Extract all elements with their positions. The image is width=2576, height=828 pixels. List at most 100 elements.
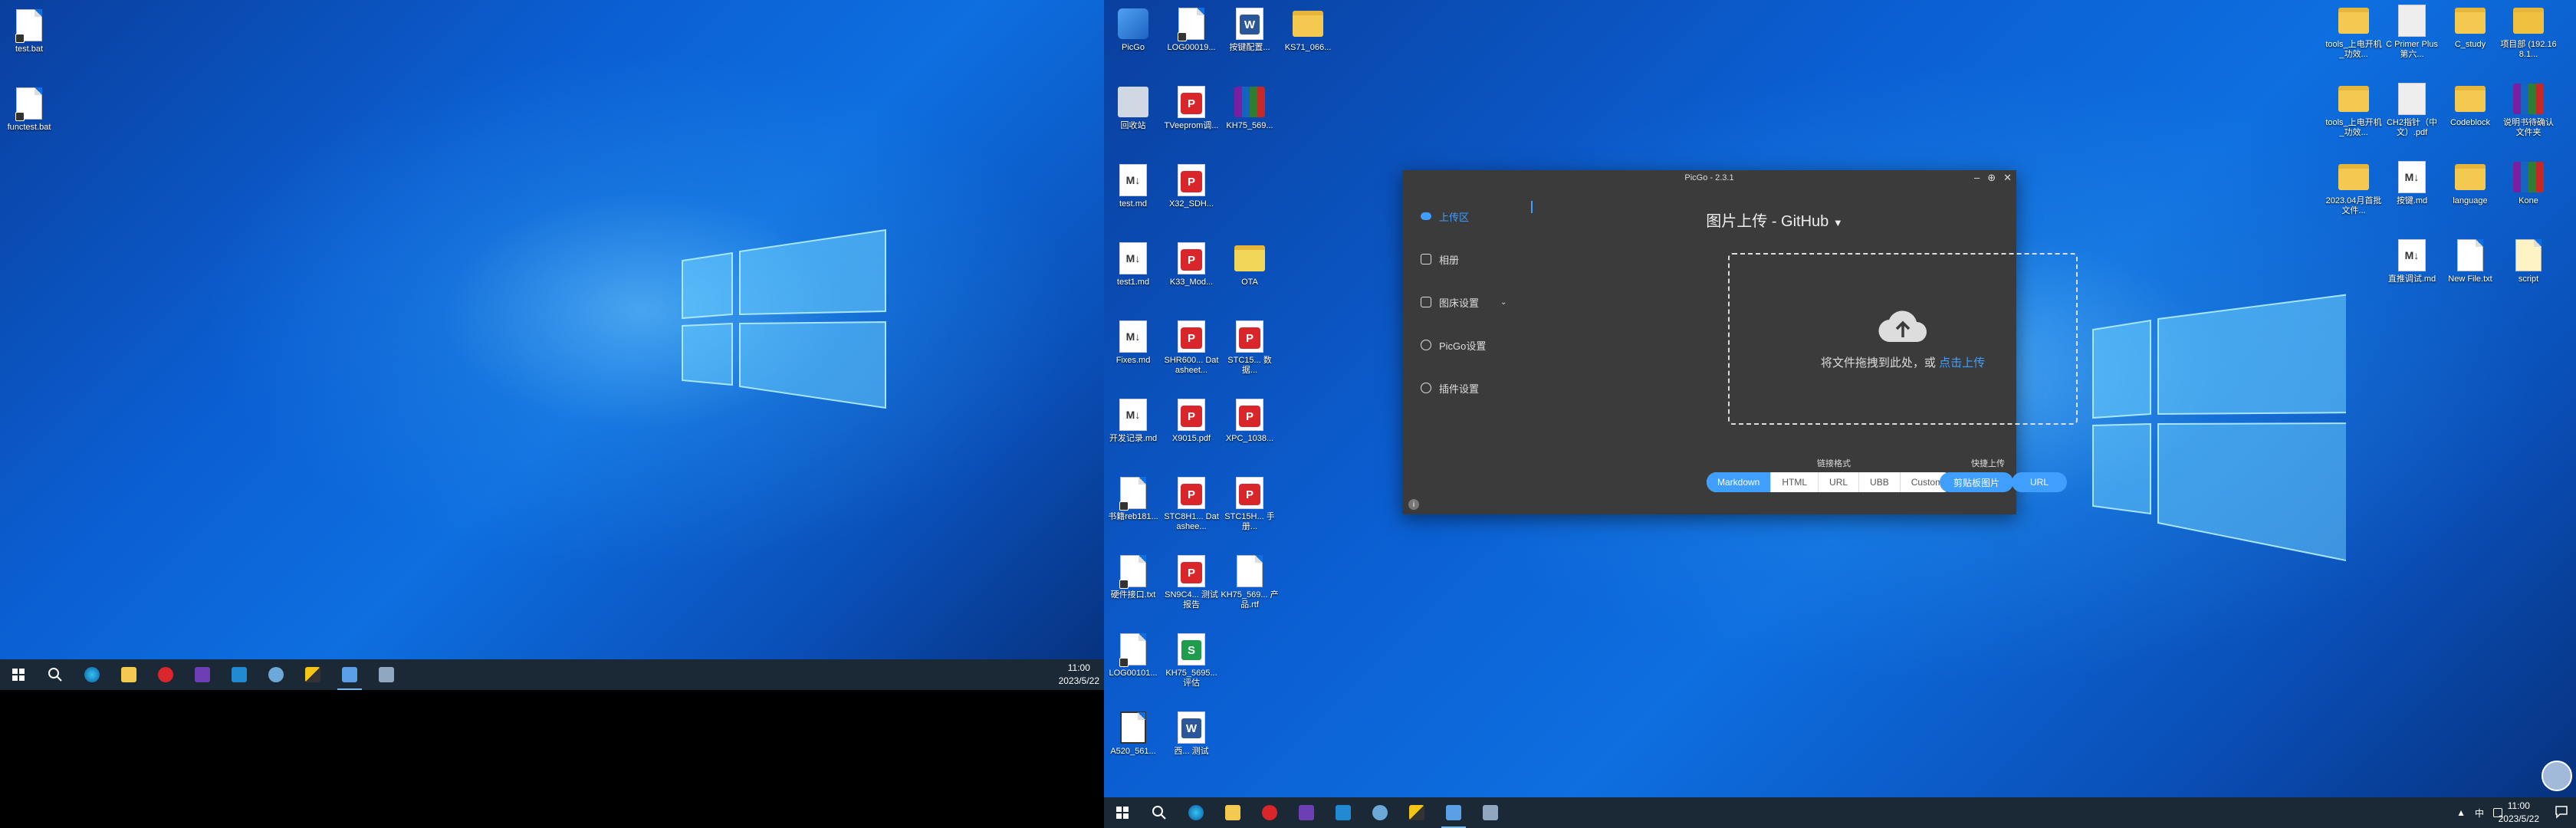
desktop-icon[interactable]: M↓ 开发记录.md <box>1104 397 1162 444</box>
desktop-icon[interactable]: script <box>2499 238 2558 284</box>
desktop-icon[interactable]: LOG00019... <box>1162 6 1221 53</box>
taskbar-explorer[interactable] <box>110 659 147 690</box>
desktop-icon[interactable]: 项目部 (192.168.1... <box>2499 3 2558 60</box>
desktop-icon[interactable]: M↓ test.md <box>1104 163 1162 209</box>
taskbar-calc[interactable] <box>1472 797 1509 828</box>
desktop-icon[interactable]: KH75_569... <box>1221 84 1279 131</box>
nav-picbed-settings[interactable]: 图床设置 ⌄ <box>1402 281 1533 324</box>
desktop-icon[interactable]: tools_上电开机_功效... <box>2325 3 2383 60</box>
desktop-icon[interactable]: Codeblock <box>2441 81 2499 128</box>
taskbar-clock[interactable]: 11:00 2023/5/22 <box>1059 662 1099 688</box>
visual-studio-icon <box>1299 805 1314 820</box>
close-icon[interactable]: ✕ <box>2003 172 2012 184</box>
picbed-selector[interactable]: 图片上传 - GitHub ▼ <box>1533 209 2016 231</box>
desktop-icon[interactable]: Kone <box>2499 159 2558 206</box>
desktop-icon[interactable]: M↓ Fixes.md <box>1104 319 1162 366</box>
taskbar-edge[interactable] <box>74 659 110 690</box>
taskbar-vs[interactable] <box>1288 797 1325 828</box>
desktop-icon[interactable]: KH75_569... 产品.rtf <box>1221 554 1279 610</box>
desktop-icon[interactable]: functest.bat <box>0 86 58 133</box>
window-titlebar[interactable]: PicGo - 2.3.1 – ⊕ ✕ <box>1402 170 2016 186</box>
click-upload-link[interactable]: 点击上传 <box>1939 356 1985 370</box>
floating-assistant-button[interactable] <box>2542 761 2572 791</box>
start-button[interactable] <box>1104 797 1141 828</box>
notification-button[interactable] <box>2555 805 2568 819</box>
desktop-icon[interactable]: 说明书待确认文件夹 <box>2499 81 2558 138</box>
folder-icon <box>2337 3 2371 38</box>
start-button[interactable] <box>0 659 37 690</box>
pdf-file-icon: P <box>1175 475 1208 511</box>
url-upload-button[interactable]: URL <box>2012 472 2068 492</box>
desktop-icon[interactable]: PicGo <box>1104 6 1162 53</box>
search-button[interactable] <box>37 659 74 690</box>
taskbar-pen[interactable] <box>1398 797 1435 828</box>
taskbar-vscode[interactable] <box>1325 797 1362 828</box>
desktop-icon[interactable]: C Primer Plus 第六... <box>2383 3 2441 60</box>
drop-zone[interactable]: 将文件拖拽到此处，或 点击上传 <box>1728 253 2078 425</box>
desktop-icon[interactable]: W 西... 测试 <box>1162 710 1221 757</box>
desktop-icon-label: LOG00101... <box>1109 669 1158 678</box>
desktop-icon[interactable]: OTA <box>1221 241 1279 288</box>
desktop-icon[interactable]: C_study <box>2441 3 2499 50</box>
desktop-icon[interactable]: P K33_Mod... <box>1162 241 1221 288</box>
desktop-icon[interactable]: M↓ test1.md <box>1104 241 1162 288</box>
format-option[interactable]: URL <box>1819 472 1860 492</box>
desktop-icon[interactable]: P X9015.pdf <box>1162 397 1221 444</box>
taskbar-picgo[interactable] <box>331 659 368 690</box>
desktop-icon[interactable]: tools_上电开机_功效... <box>2325 81 2383 138</box>
taskbar-vscode[interactable] <box>221 659 258 690</box>
desktop-icon[interactable]: 硬件接口.txt <box>1104 554 1162 600</box>
desktop-icon[interactable]: P STC8H1... Datashee... <box>1162 475 1221 532</box>
window-controls: – ⊕ ✕ <box>1974 172 2012 184</box>
desktop-icon[interactable]: 2023.04月首批文件... <box>2325 159 2383 216</box>
ime-indicator[interactable]: 中 <box>2475 807 2484 820</box>
desktop-icon[interactable]: P X32_SDH... <box>1162 163 1221 209</box>
format-option[interactable]: HTML <box>1771 472 1819 492</box>
taskbar-clock[interactable]: 11:00 2023/5/22 <box>2499 800 2539 826</box>
desktop-icon[interactable]: M↓ 按键.md <box>2383 159 2441 206</box>
batch-file-icon <box>12 8 46 43</box>
desktop-icon[interactable]: M↓ 直推调试.md <box>2383 238 2441 284</box>
taskbar-picgo[interactable] <box>1435 797 1472 828</box>
clock-date: 2023/5/22 <box>2498 813 2539 824</box>
desktop-icon[interactable]: P SN9C4... 测试报告 <box>1162 554 1221 610</box>
desktop-icon[interactable]: 书籍reb181... <box>1104 475 1162 522</box>
taskbar-explorer[interactable] <box>1214 797 1251 828</box>
search-button[interactable] <box>1141 797 1178 828</box>
desktop-icon[interactable]: New File.txt <box>2441 238 2499 284</box>
nav-upload[interactable]: 上传区 <box>1402 195 1533 238</box>
taskbar-settings[interactable] <box>258 659 294 690</box>
taskbar-pen[interactable] <box>294 659 331 690</box>
minimize-icon[interactable]: – <box>1974 172 1980 184</box>
nav-gallery[interactable]: 相册 <box>1402 238 1533 281</box>
format-option[interactable]: UBB <box>1859 472 1901 492</box>
nav-plugin-settings[interactable]: 插件设置 <box>1402 366 1533 409</box>
info-icon[interactable]: i <box>1408 499 1419 510</box>
desktop-icon[interactable]: P XPC_1038... <box>1221 397 1279 444</box>
nav-picgo-settings[interactable]: PicGo设置 <box>1402 324 1533 366</box>
format-option[interactable]: Markdown <box>1707 472 1772 492</box>
desktop-icon[interactable]: W 按键配置... <box>1221 6 1279 53</box>
desktop-icon[interactable]: LOG00101... <box>1104 632 1162 678</box>
desktop-icon[interactable]: language <box>2441 159 2499 206</box>
taskbar-vs[interactable] <box>184 659 221 690</box>
desktop-icon[interactable]: P TVeeprom调... <box>1162 84 1221 131</box>
clipboard-upload-button[interactable]: 剪贴板图片 <box>1940 472 2014 492</box>
desktop-icon[interactable]: KS71_066... <box>1279 6 1337 53</box>
taskbar-edge[interactable] <box>1178 797 1214 828</box>
pin-icon[interactable]: ⊕ <box>1987 172 1996 184</box>
taskbar-app[interactable] <box>1251 797 1288 828</box>
taskbar-calc[interactable] <box>368 659 405 690</box>
desktop-icon[interactable]: CH2指针（中文）.pdf <box>2383 81 2441 138</box>
desktop-icon[interactable]: P STC15... 数据... <box>1221 319 1279 376</box>
taskbar-app[interactable] <box>147 659 184 690</box>
desktop-icon[interactable]: S KH75_5695... 评估 <box>1162 632 1221 688</box>
chevron-up-icon[interactable]: ▲ <box>2456 807 2466 818</box>
desktop-icon[interactable]: test.bat <box>0 8 58 54</box>
desktop-icon[interactable]: 回收站 <box>1104 84 1162 131</box>
taskbar-settings[interactable] <box>1362 797 1398 828</box>
desktop-icon[interactable]: P STC15H... 手册... <box>1221 475 1279 532</box>
desktop-icon[interactable]: A520_561... <box>1104 710 1162 757</box>
desktop-icon-label: tools_上电开机_功效... <box>2325 118 2382 137</box>
desktop-icon[interactable]: P SHR600... Datasheet... <box>1162 319 1221 376</box>
